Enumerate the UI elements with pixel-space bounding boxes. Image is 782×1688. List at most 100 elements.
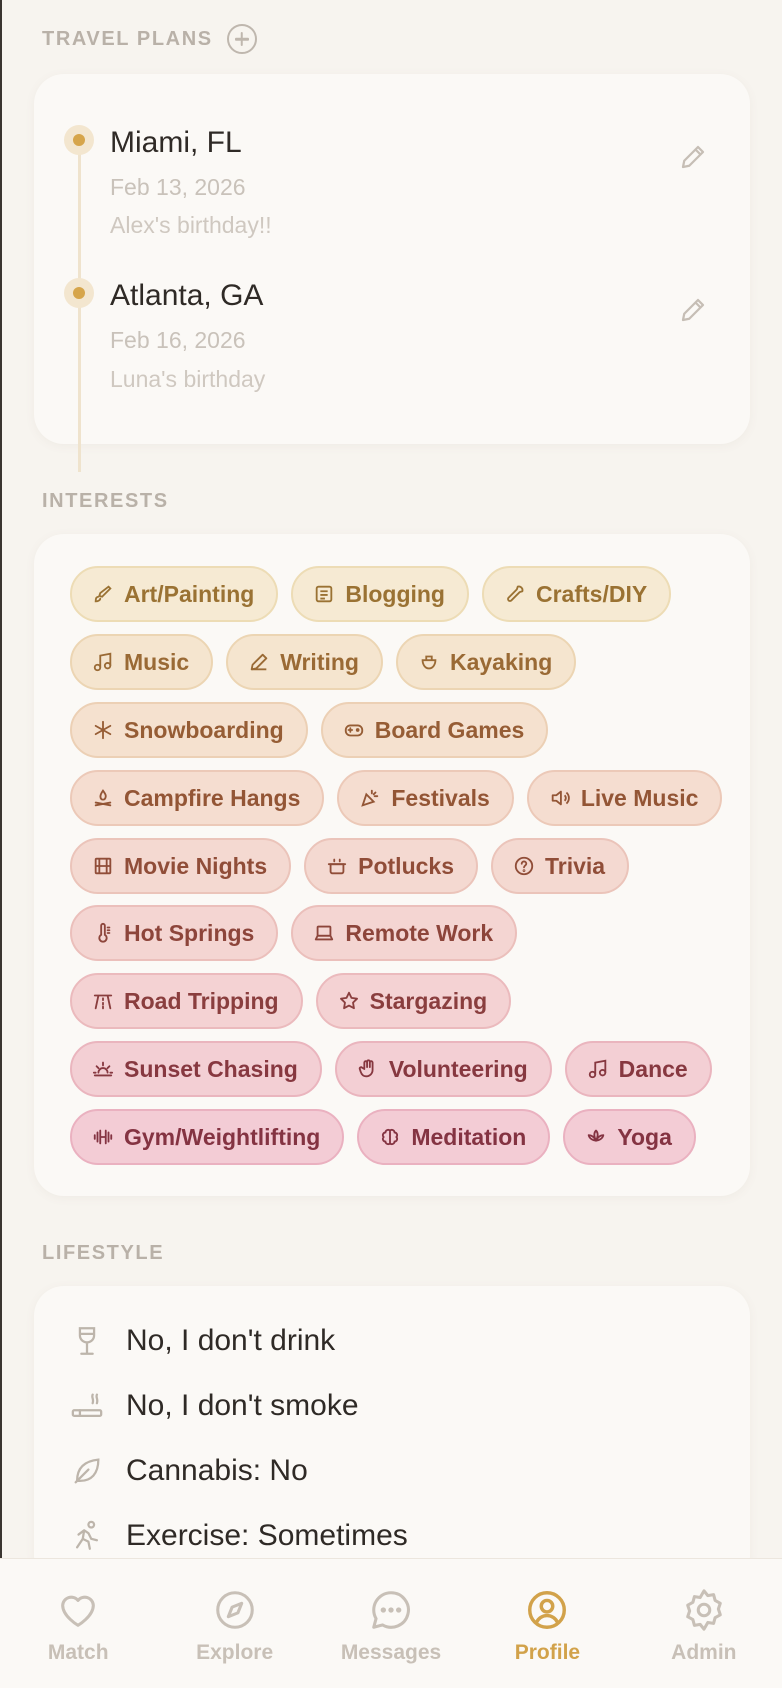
- running-person-icon: [75, 1520, 99, 1550]
- interest-chip-art-painting[interactable]: Art/Painting: [70, 566, 279, 622]
- lifestyle-item: No, I don't smoke: [70, 1389, 359, 1423]
- sunset-icon: [92, 1061, 114, 1077]
- nav-item-explore[interactable]: Explore: [156, 1559, 312, 1688]
- bottom-nav: Match Explore Messages Profile Admin: [0, 1558, 782, 1688]
- trip-city: Atlanta, GA: [110, 279, 264, 312]
- cooking-pot-icon: [327, 858, 347, 875]
- snowflake-icon: [94, 720, 112, 740]
- trip-marker: [64, 125, 94, 155]
- interest-chip-movie-nights[interactable]: Movie Nights: [70, 838, 292, 894]
- trip-note: Alex's birthday!!: [110, 212, 272, 238]
- gamepad-icon: [344, 724, 363, 737]
- trip-marker: [64, 278, 94, 308]
- film-icon: [94, 857, 112, 875]
- hand-icon: [358, 1059, 374, 1078]
- interest-chip-yoga[interactable]: Yoga: [563, 1109, 696, 1165]
- interest-chip-volunteering[interactable]: Volunteering: [334, 1041, 552, 1097]
- interest-chip-trivia[interactable]: Trivia: [491, 838, 630, 894]
- interest-chip-sunset-chasing[interactable]: Sunset Chasing: [70, 1041, 322, 1097]
- interests-title: INTERESTS: [42, 490, 169, 512]
- travel-plans-card: Miami, FL Feb 13, 2026 Alex's birthday!!…: [34, 74, 750, 472]
- lifestyle-exercise: Exercise: Sometimes: [126, 1519, 408, 1552]
- interest-chip-kayaking[interactable]: Kayaking: [395, 634, 577, 690]
- interest-chip-hot-springs[interactable]: Hot Springs: [70, 905, 279, 961]
- heart-icon: [61, 1595, 96, 1627]
- lifestyle-smoke: No, I don't smoke: [126, 1389, 359, 1422]
- star-icon: [339, 991, 358, 1010]
- nav-label-match: Match: [47, 1641, 109, 1664]
- travel-plans-title: TRAVEL PLANS: [42, 27, 213, 50]
- user-circle-icon: [528, 1591, 567, 1629]
- edit-trip-button[interactable]: [678, 295, 708, 325]
- interest-chip-gym-weightlifting[interactable]: Gym/Weightlifting: [70, 1109, 345, 1165]
- lifestyle-title: LIFESTYLE: [42, 1242, 165, 1264]
- campfire-icon: [94, 789, 112, 807]
- lifestyle-drink: No, I don't drink: [126, 1324, 336, 1357]
- lifestyle-item: Exercise: Sometimes: [70, 1519, 408, 1553]
- brain-icon: [382, 1128, 399, 1146]
- lifestyle-header: LIFESTYLE: [42, 1242, 164, 1265]
- nav-item-profile[interactable]: Profile: [469, 1559, 625, 1688]
- gear-icon: [686, 1589, 722, 1631]
- timeline-line: [78, 152, 81, 472]
- speaker-icon: [551, 790, 570, 806]
- trip-city: Miami, FL: [110, 126, 242, 159]
- nav-label-explore: Explore: [196, 1641, 274, 1664]
- interests-header: INTERESTS: [42, 490, 169, 513]
- add-trip-button[interactable]: [226, 24, 257, 54]
- interest-chip-live-music[interactable]: Live Music: [526, 770, 723, 826]
- interest-chip-road-tripping[interactable]: Road Tripping: [70, 973, 303, 1029]
- party-popper-icon: [361, 789, 379, 807]
- interests-card: Art/Painting Blogging Crafts/DIY Music W…: [34, 534, 750, 1196]
- lifestyle-cannabis: Cannabis: No: [126, 1454, 308, 1487]
- lifestyle-card: No, I don't drink No, I don't smoke Cann…: [34, 1286, 750, 1586]
- interest-chip-campfire-hangs[interactable]: Campfire Hangs: [70, 770, 325, 826]
- interest-chip-stargazing[interactable]: Stargazing: [315, 973, 512, 1029]
- wrench-icon: [507, 585, 524, 602]
- pencil-icon: [250, 653, 268, 671]
- nav-item-match[interactable]: Match: [0, 1559, 156, 1688]
- interest-chip-remote-work[interactable]: Remote Work: [291, 905, 518, 961]
- trip-note: Luna's birthday: [110, 366, 266, 392]
- lotus-icon: [588, 1129, 605, 1142]
- nav-label-admin: Admin: [671, 1641, 737, 1664]
- trip-date: Feb 13, 2026: [110, 174, 246, 200]
- cigarette-icon: [71, 1393, 103, 1418]
- window-edge: [0, 0, 2, 1688]
- kayak-icon: [421, 655, 437, 670]
- laptop-icon: [315, 925, 334, 941]
- interest-chip-dance[interactable]: Dance: [564, 1041, 712, 1097]
- question-circle-icon: [514, 856, 534, 876]
- pencil-icon: [681, 298, 705, 322]
- nav-item-admin[interactable]: Admin: [626, 1559, 782, 1688]
- leaf-icon: [74, 1458, 100, 1484]
- interest-chip-music[interactable]: Music: [70, 634, 214, 690]
- thermometer-icon: [98, 922, 111, 943]
- brush-icon: [94, 585, 112, 603]
- nav-label-profile: Profile: [514, 1641, 581, 1664]
- chat-bubble-icon: [372, 1591, 410, 1629]
- compass-icon: [215, 1591, 254, 1629]
- nav-item-messages[interactable]: Messages: [313, 1559, 469, 1688]
- wine-glass-icon: [78, 1327, 96, 1355]
- interest-chip-crafts-diy[interactable]: Crafts/DIY: [481, 566, 672, 622]
- interest-chip-blogging[interactable]: Blogging: [291, 566, 469, 622]
- interest-chip-board-games[interactable]: Board Games: [320, 702, 549, 758]
- nav-label-messages: Messages: [340, 1641, 442, 1664]
- edit-trip-button[interactable]: [678, 142, 708, 172]
- music-note-icon: [93, 652, 112, 672]
- travel-plans-header: TRAVEL PLANS: [42, 24, 257, 54]
- interest-chip-writing[interactable]: Writing: [226, 634, 383, 690]
- interest-chip-snowboarding[interactable]: Snowboarding: [70, 702, 308, 758]
- interest-chip-potlucks[interactable]: Potlucks: [304, 838, 478, 894]
- pencil-icon: [681, 145, 705, 169]
- lifestyle-item: No, I don't drink: [70, 1324, 335, 1358]
- dumbbell-icon: [93, 1129, 113, 1145]
- interest-chip-meditation[interactable]: Meditation: [357, 1109, 551, 1165]
- interest-chip-festivals[interactable]: Festivals: [337, 770, 514, 826]
- trip-date: Feb 16, 2026: [110, 327, 246, 353]
- road-icon: [93, 994, 113, 1010]
- newspaper-icon: [316, 585, 333, 603]
- music-note-icon: [588, 1059, 606, 1079]
- lifestyle-item: Cannabis: No: [70, 1454, 308, 1488]
